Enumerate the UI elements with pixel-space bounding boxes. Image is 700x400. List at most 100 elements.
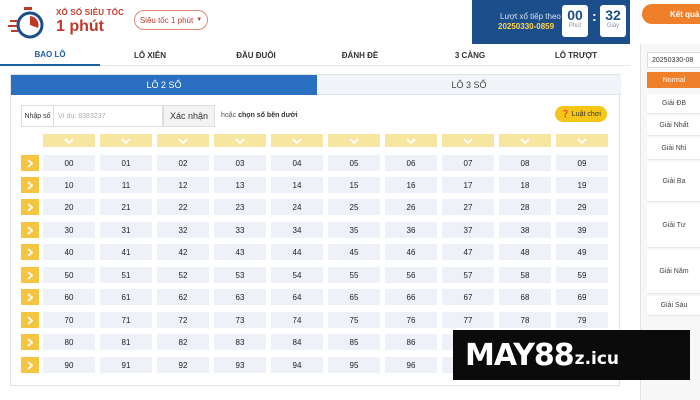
- number-cell[interactable]: 91: [100, 357, 152, 373]
- number-cell[interactable]: 80: [43, 334, 95, 350]
- number-cell[interactable]: 31: [100, 222, 152, 238]
- number-cell[interactable]: 45: [328, 244, 380, 260]
- number-cell[interactable]: 69: [556, 289, 608, 305]
- number-cell[interactable]: 25: [328, 199, 380, 215]
- sidebar-date-select[interactable]: 20250330-08: [647, 52, 700, 68]
- number-cell[interactable]: 29: [556, 199, 608, 215]
- number-cell[interactable]: 35: [328, 222, 380, 238]
- number-cell[interactable]: 84: [271, 334, 323, 350]
- number-cell[interactable]: 21: [100, 199, 152, 215]
- number-cell[interactable]: 22: [157, 199, 209, 215]
- number-cell[interactable]: 56: [385, 267, 437, 283]
- number-cell[interactable]: 13: [214, 177, 266, 193]
- results-button[interactable]: Kết quả: [642, 4, 700, 24]
- number-cell[interactable]: 77: [442, 312, 494, 328]
- column-select-arrow-9[interactable]: [556, 134, 608, 147]
- number-cell[interactable]: 74: [271, 312, 323, 328]
- column-select-arrow-5[interactable]: [328, 134, 380, 147]
- sidebar-normal-tab[interactable]: Normal: [647, 72, 700, 88]
- number-cell[interactable]: 34: [271, 222, 323, 238]
- number-cell[interactable]: 58: [499, 267, 551, 283]
- number-cell[interactable]: 15: [328, 177, 380, 193]
- row-select-arrow-3[interactable]: [21, 222, 39, 238]
- number-cell[interactable]: 12: [157, 177, 209, 193]
- number-cell[interactable]: 92: [157, 357, 209, 373]
- number-cell[interactable]: 03: [214, 155, 266, 171]
- number-cell[interactable]: 44: [271, 244, 323, 260]
- number-cell[interactable]: 04: [271, 155, 323, 171]
- number-cell[interactable]: 07: [442, 155, 494, 171]
- number-cell[interactable]: 42: [157, 244, 209, 260]
- number-cell[interactable]: 68: [499, 289, 551, 305]
- number-cell[interactable]: 27: [442, 199, 494, 215]
- row-select-arrow-7[interactable]: [21, 312, 39, 328]
- number-cell[interactable]: 61: [100, 289, 152, 305]
- number-cell[interactable]: 90: [43, 357, 95, 373]
- number-cell[interactable]: 47: [442, 244, 494, 260]
- number-cell[interactable]: 05: [328, 155, 380, 171]
- number-cell[interactable]: 57: [442, 267, 494, 283]
- column-select-arrow-3[interactable]: [214, 134, 266, 147]
- number-cell[interactable]: 83: [214, 334, 266, 350]
- number-cell[interactable]: 55: [328, 267, 380, 283]
- number-cell[interactable]: 11: [100, 177, 152, 193]
- number-cell[interactable]: 71: [100, 312, 152, 328]
- number-cell[interactable]: 19: [556, 177, 608, 193]
- number-cell[interactable]: 32: [157, 222, 209, 238]
- number-cell[interactable]: 17: [442, 177, 494, 193]
- number-cell[interactable]: 96: [385, 357, 437, 373]
- number-cell[interactable]: 93: [214, 357, 266, 373]
- column-select-arrow-6[interactable]: [385, 134, 437, 147]
- tab-dau-duoi[interactable]: ĐẦU ĐUÔI: [206, 44, 306, 66]
- number-cell[interactable]: 66: [385, 289, 437, 305]
- speed-select[interactable]: Siêu tốc 1 phút ▼: [134, 10, 208, 30]
- number-cell[interactable]: 38: [499, 222, 551, 238]
- number-cell[interactable]: 75: [328, 312, 380, 328]
- number-cell[interactable]: 43: [214, 244, 266, 260]
- row-select-arrow-6[interactable]: [21, 289, 39, 305]
- tab-3-cang[interactable]: 3 CÀNG: [420, 44, 520, 66]
- number-cell[interactable]: 01: [100, 155, 152, 171]
- number-cell[interactable]: 48: [499, 244, 551, 260]
- number-cell[interactable]: 49: [556, 244, 608, 260]
- number-cell[interactable]: 78: [499, 312, 551, 328]
- column-select-arrow-0[interactable]: [43, 134, 95, 147]
- number-cell[interactable]: 64: [271, 289, 323, 305]
- number-cell[interactable]: 62: [157, 289, 209, 305]
- number-cell[interactable]: 36: [385, 222, 437, 238]
- column-select-arrow-2[interactable]: [157, 134, 209, 147]
- column-select-arrow-8[interactable]: [499, 134, 551, 147]
- number-cell[interactable]: 20: [43, 199, 95, 215]
- number-cell[interactable]: 08: [499, 155, 551, 171]
- number-cell[interactable]: 14: [271, 177, 323, 193]
- row-select-arrow-9[interactable]: [21, 357, 39, 373]
- tab-lo-truot[interactable]: LÔ TRƯỢT: [526, 44, 626, 66]
- number-cell[interactable]: 73: [214, 312, 266, 328]
- tab-bao-lo[interactable]: BAO LÔ: [0, 44, 100, 66]
- number-cell[interactable]: 60: [43, 289, 95, 305]
- number-cell[interactable]: 79: [556, 312, 608, 328]
- column-select-arrow-4[interactable]: [271, 134, 323, 147]
- number-cell[interactable]: 10: [43, 177, 95, 193]
- number-cell[interactable]: 65: [328, 289, 380, 305]
- number-cell[interactable]: 00: [43, 155, 95, 171]
- number-cell[interactable]: 59: [556, 267, 608, 283]
- number-cell[interactable]: 30: [43, 222, 95, 238]
- number-cell[interactable]: 09: [556, 155, 608, 171]
- number-cell[interactable]: 50: [43, 267, 95, 283]
- number-cell[interactable]: 23: [214, 199, 266, 215]
- number-cell[interactable]: 18: [499, 177, 551, 193]
- column-select-arrow-7[interactable]: [442, 134, 494, 147]
- number-cell[interactable]: 40: [43, 244, 95, 260]
- row-select-arrow-2[interactable]: [21, 199, 39, 215]
- number-cell[interactable]: 94: [271, 357, 323, 373]
- number-cell[interactable]: 33: [214, 222, 266, 238]
- row-select-arrow-4[interactable]: [21, 244, 39, 260]
- row-select-arrow-8[interactable]: [21, 334, 39, 350]
- number-cell[interactable]: 24: [271, 199, 323, 215]
- number-cell[interactable]: 63: [214, 289, 266, 305]
- number-cell[interactable]: 67: [442, 289, 494, 305]
- tab-danh-de[interactable]: ĐÁNH ĐỀ: [310, 44, 410, 66]
- number-cell[interactable]: 06: [385, 155, 437, 171]
- number-cell[interactable]: 16: [385, 177, 437, 193]
